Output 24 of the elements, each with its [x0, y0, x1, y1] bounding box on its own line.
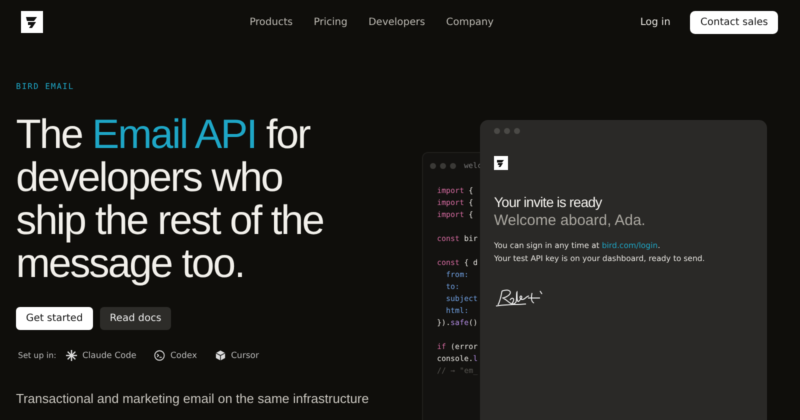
email-title: Your invite is ready	[494, 194, 602, 210]
contact-sales-button[interactable]: Contact sales	[690, 10, 778, 34]
logo-icon[interactable]	[21, 11, 43, 33]
eyebrow-label: BIRD EMAIL	[16, 82, 76, 91]
login-link[interactable]: Log in	[640, 16, 670, 28]
setup-label: Set up in:	[18, 351, 56, 360]
cube-icon[interactable]	[215, 350, 226, 361]
headline: The Email API for developers who ship the rest of the message too.	[16, 113, 324, 285]
logo-icon	[494, 156, 508, 170]
tool-link[interactable]: Codex	[170, 350, 197, 360]
window-dots-icon	[430, 162, 456, 168]
spark-icon[interactable]	[66, 350, 78, 361]
nav-link[interactable]: Developers	[368, 16, 426, 28]
tool-link[interactable]: Cursor	[231, 350, 259, 360]
window-dots-icon	[494, 128, 520, 134]
nav-link[interactable]: Pricing	[314, 16, 348, 28]
get-started-button[interactable]: Get started	[16, 307, 93, 330]
subtitle: Transactional and marketing email on the same infrastructure	[16, 391, 370, 406]
nav-link[interactable]: Company	[446, 16, 494, 28]
read-docs-button[interactable]: Read docs	[100, 307, 172, 330]
nav-link[interactable]: Products	[250, 16, 293, 28]
tool-link[interactable]: Claude Code	[82, 350, 136, 360]
email-greeting: Welcome aboard, Ada.	[494, 212, 646, 229]
terminal-icon[interactable]	[154, 350, 166, 361]
